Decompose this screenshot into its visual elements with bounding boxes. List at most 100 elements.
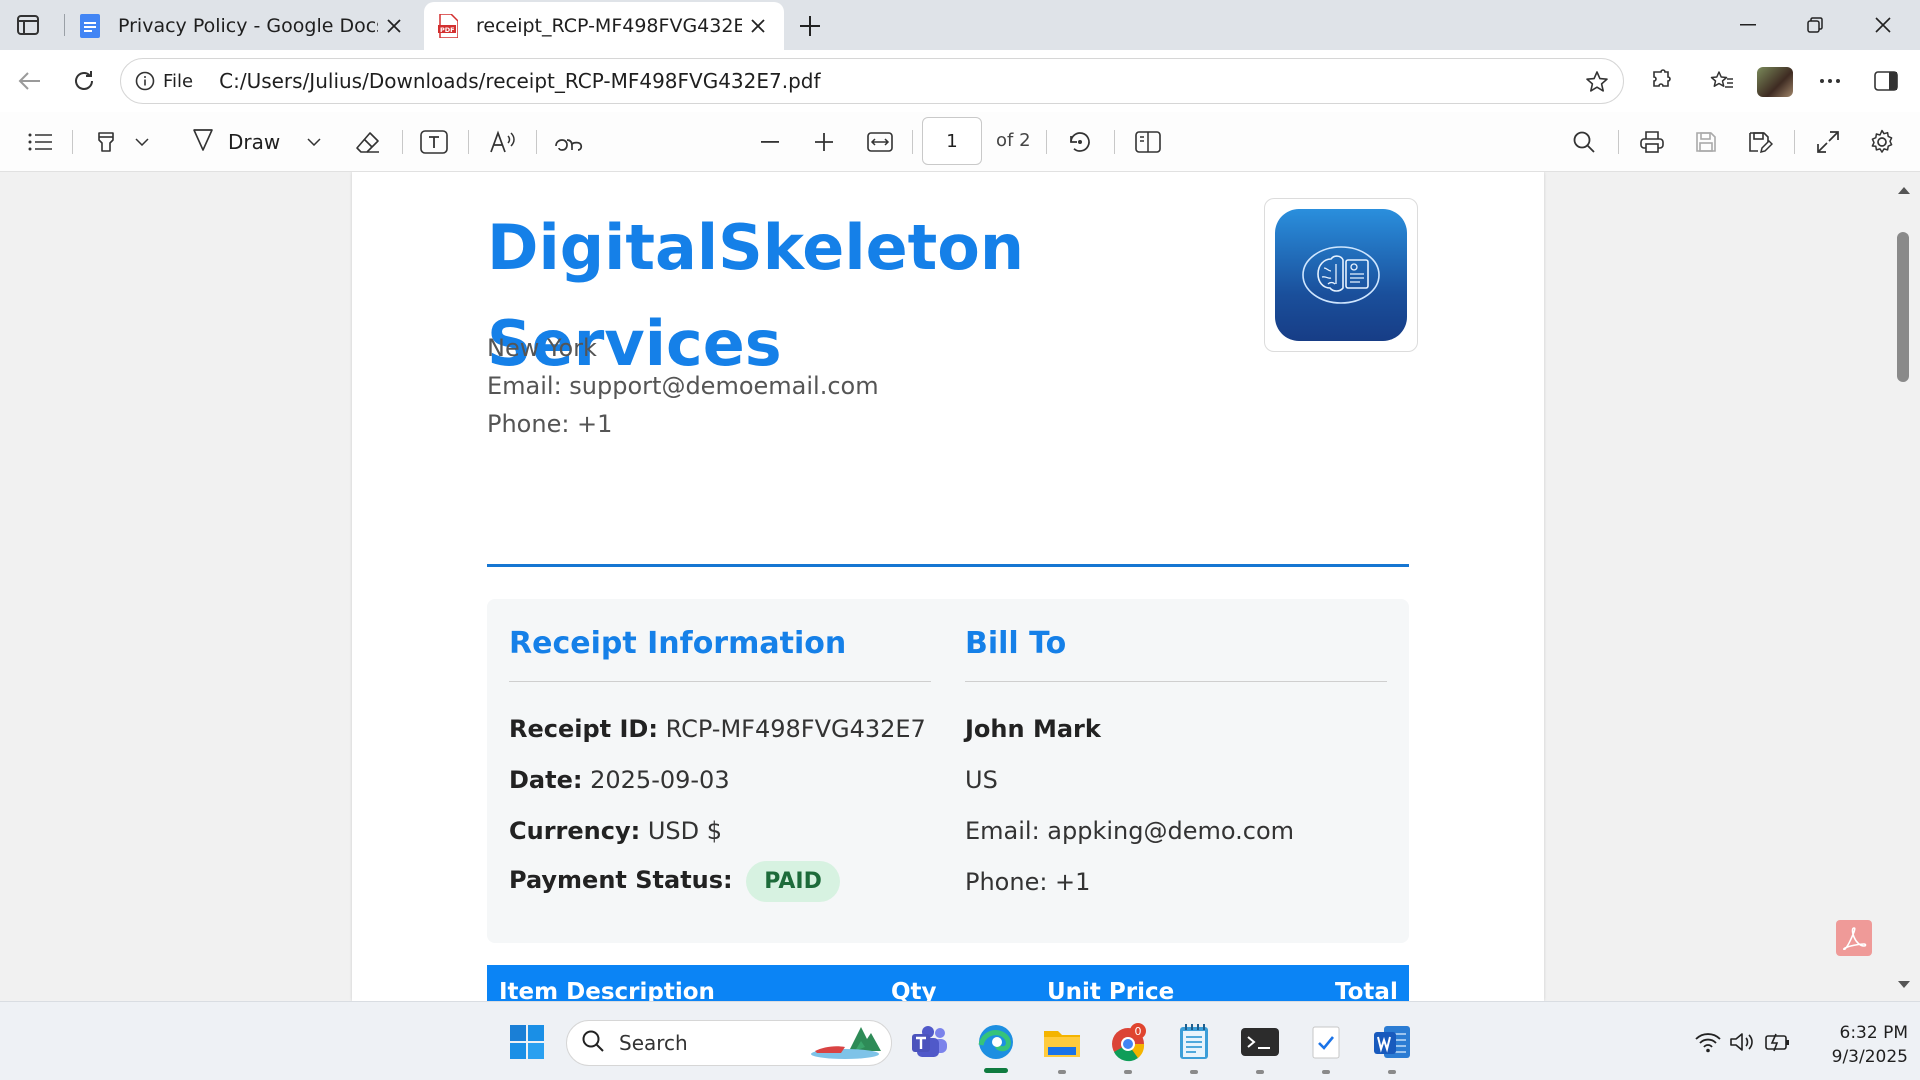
address-field[interactable]: File C:/Users/Julius/Downloads/receipt_R…	[120, 58, 1624, 104]
bill-to-phone: Phone: +1	[965, 868, 1091, 896]
sidebar-toggle-icon[interactable]	[1866, 61, 1906, 101]
chevron-down-icon[interactable]	[302, 124, 326, 160]
url-text[interactable]: C:/Users/Julius/Downloads/receipt_RCP-MF…	[219, 69, 820, 93]
wifi-icon[interactable]	[1694, 1028, 1722, 1056]
running-app-dot	[1256, 1070, 1264, 1074]
add-text-icon[interactable]	[414, 124, 454, 160]
scroll-down-arrow-icon[interactable]	[1897, 980, 1911, 990]
running-app-dot	[1124, 1070, 1132, 1074]
page-total-label: of 2	[996, 130, 1031, 151]
receipt-id-label: Receipt ID:	[509, 715, 658, 743]
bill-to-heading: Bill To	[965, 626, 1067, 661]
google-docs-icon	[78, 14, 102, 38]
translate-icon[interactable]	[548, 124, 590, 160]
eraser-icon[interactable]	[348, 124, 388, 160]
print-icon[interactable]	[1632, 124, 1672, 160]
info-icon[interactable]	[133, 69, 157, 93]
tab-google-docs[interactable]: Privacy Policy - Google Docs	[70, 2, 420, 50]
tab-separator	[64, 14, 65, 36]
system-clock[interactable]: 6:32 PM 9/3/2025	[1812, 1021, 1908, 1069]
tab-receipt-pdf[interactable]: PDF receipt_RCP-MF498FVG432E7.pdf	[424, 2, 784, 50]
pdf-viewer[interactable]: DigitalSkeleton Services New York Email:…	[0, 172, 1920, 1001]
receipt-info-box: Receipt Information Receipt ID: RCP-MF49…	[487, 599, 1409, 943]
running-app-dot	[1190, 1070, 1198, 1074]
company-city: New York	[487, 334, 597, 362]
clock-date: 9/3/2025	[1831, 1047, 1908, 1067]
receipt-info-rule	[509, 681, 931, 682]
word-icon[interactable]	[1369, 1019, 1415, 1065]
favorite-star-icon[interactable]	[1583, 68, 1611, 96]
taskbar: Search 0 6:32 PM 9/3/2025	[0, 1001, 1920, 1080]
fit-to-width-icon[interactable]	[860, 124, 900, 160]
refresh-icon[interactable]	[64, 61, 104, 101]
items-table-header: Item Description Qty Unit Price Total	[487, 965, 1409, 1001]
favorites-icon[interactable]	[1702, 61, 1742, 101]
windows-start-icon[interactable]	[504, 1019, 550, 1065]
pdf-page: DigitalSkeleton Services New York Email:…	[352, 172, 1544, 1001]
search-icon[interactable]	[1564, 124, 1604, 160]
settings-gear-icon[interactable]	[1862, 124, 1902, 160]
notepad-icon[interactable]	[1171, 1019, 1217, 1065]
rotate-icon[interactable]	[1060, 124, 1100, 160]
save-as-icon[interactable]	[1740, 124, 1780, 160]
scrollbar-thumb[interactable]	[1897, 232, 1909, 382]
payment-status-label: Payment Status:	[509, 866, 733, 894]
bill-to-rule	[965, 681, 1387, 682]
zoom-in-icon[interactable]	[804, 124, 844, 160]
scroll-up-arrow-icon[interactable]	[1897, 185, 1911, 195]
address-bar-row: File C:/Users/Julius/Downloads/receipt_R…	[0, 50, 1920, 112]
company-logo	[1264, 198, 1418, 352]
close-tab-icon[interactable]	[742, 10, 774, 42]
close-tab-icon[interactable]	[378, 10, 410, 42]
fullscreen-icon[interactable]	[1808, 124, 1848, 160]
close-window-icon[interactable]	[1850, 0, 1916, 50]
company-name: DigitalSkeleton Services	[487, 200, 1024, 392]
bill-to-name: John Mark	[965, 715, 1101, 743]
receipt-currency-row: Currency: USD $	[509, 817, 722, 845]
more-options-icon[interactable]	[1810, 61, 1850, 101]
receipt-date-row: Date: 2025-09-03	[509, 766, 730, 794]
tab-actions-icon[interactable]	[14, 11, 42, 39]
acrobat-icon[interactable]	[1836, 920, 1872, 956]
page-number-input[interactable]: 1	[922, 117, 982, 165]
back-arrow-icon[interactable]	[10, 61, 50, 101]
profile-avatar[interactable]	[1757, 67, 1793, 97]
battery-charging-icon[interactable]	[1764, 1028, 1792, 1056]
terminal-icon[interactable]	[1237, 1019, 1283, 1065]
save-icon[interactable]	[1686, 124, 1726, 160]
file-explorer-icon[interactable]	[1039, 1019, 1085, 1065]
read-aloud-icon[interactable]	[482, 124, 524, 160]
todo-app-icon[interactable]	[1303, 1019, 1349, 1065]
teams-icon[interactable]	[907, 1019, 953, 1065]
zoom-out-icon[interactable]	[750, 124, 790, 160]
edge-browser-icon[interactable]	[973, 1019, 1019, 1065]
payment-status-row: Payment Status: PAID	[509, 861, 840, 902]
bill-to-email: Email: appking@demo.com	[965, 817, 1295, 845]
running-app-dot	[1322, 1070, 1330, 1074]
extensions-icon[interactable]	[1641, 61, 1681, 101]
receipt-id-value: RCP-MF498FVG432E7	[665, 715, 926, 743]
pdf-icon: PDF	[436, 14, 460, 38]
receipt-info-heading: Receipt Information	[509, 626, 847, 661]
draw-button[interactable]: Draw	[190, 124, 300, 160]
new-tab-icon[interactable]	[792, 8, 828, 44]
page-view-icon[interactable]	[1128, 124, 1168, 160]
taskbar-search-box[interactable]: Search	[566, 1020, 892, 1066]
restore-icon[interactable]	[1782, 0, 1848, 50]
chevron-down-icon[interactable]	[130, 124, 154, 160]
receipt-date-label: Date:	[509, 766, 583, 794]
search-highlight-icon	[809, 1021, 883, 1065]
column-header-description: Item Description	[499, 979, 715, 1001]
volume-icon[interactable]	[1728, 1028, 1756, 1056]
brain-document-logo-icon	[1275, 209, 1407, 341]
running-app-dot	[1388, 1070, 1396, 1074]
running-app-dot	[1058, 1070, 1066, 1074]
receipt-date-value: 2025-09-03	[590, 766, 730, 794]
column-header-total: Total	[1335, 979, 1398, 1001]
svg-text:PDF: PDF	[440, 26, 455, 34]
contents-list-icon[interactable]	[20, 124, 60, 160]
highlight-icon[interactable]	[86, 124, 126, 160]
minimize-icon[interactable]	[1715, 0, 1781, 50]
chrome-icon[interactable]: 0	[1105, 1019, 1151, 1065]
clock-time: 6:32 PM	[1839, 1023, 1909, 1043]
